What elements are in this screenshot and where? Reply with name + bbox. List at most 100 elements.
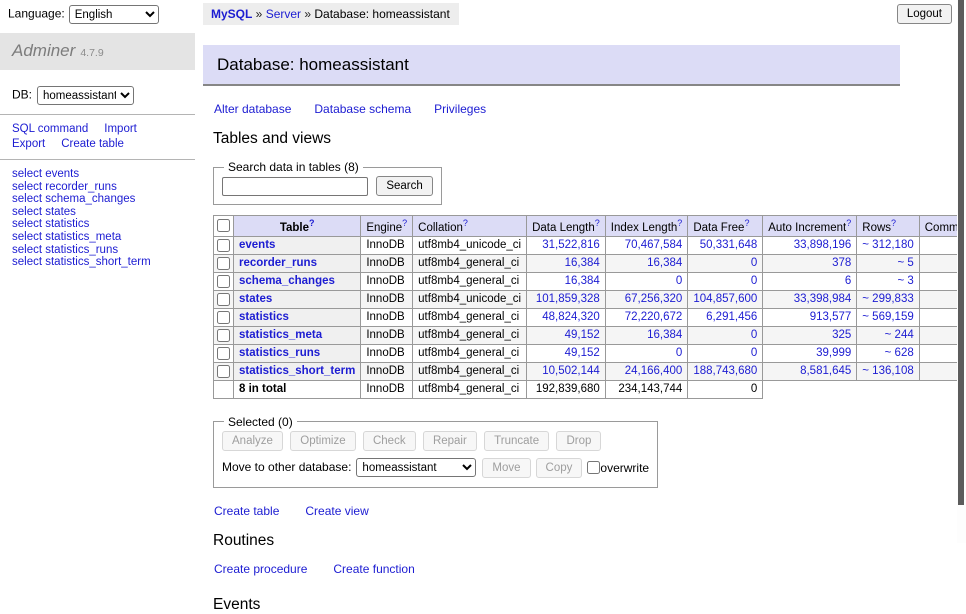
drop-button[interactable]: Drop xyxy=(556,431,601,451)
data-length-link[interactable]: 16,384 xyxy=(565,257,600,269)
data-length-link[interactable]: 48,824,320 xyxy=(542,311,600,323)
sidebar-action-import[interactable]: Import xyxy=(104,123,137,135)
breadcrumb-link-server[interactable]: Server xyxy=(266,7,301,21)
sidebar-action-export[interactable]: Export xyxy=(12,138,45,150)
auto-increment-link[interactable]: 39,999 xyxy=(816,347,851,359)
sidebar-select-statistics[interactable]: select statistics xyxy=(12,218,195,231)
index-length-link[interactable]: 72,220,672 xyxy=(625,311,683,323)
rows-link[interactable]: ~ 628 xyxy=(885,347,914,359)
adminer-logo-link[interactable]: Adminer xyxy=(12,41,75,60)
data-length-link[interactable]: 10,502,144 xyxy=(542,365,600,377)
row-checkbox[interactable] xyxy=(217,365,230,378)
create-view-link[interactable]: Create view xyxy=(305,504,368,518)
rows-link[interactable]: ~ 299,833 xyxy=(862,293,913,305)
row-checkbox[interactable] xyxy=(217,275,230,288)
move-db-select[interactable]: homeassistant xyxy=(356,458,476,477)
table-link[interactable]: statistics xyxy=(239,311,289,323)
vertical-scrollbar[interactable] xyxy=(957,0,966,543)
data-free-link[interactable]: 0 xyxy=(751,275,757,287)
data-free-link[interactable]: 104,857,600 xyxy=(693,293,757,305)
index-length-link[interactable]: 16,384 xyxy=(647,257,682,269)
breadcrumb-link-mysql[interactable]: MySQL xyxy=(211,7,252,21)
data-length-link[interactable]: 16,384 xyxy=(565,275,600,287)
rows-link[interactable]: ~ 136,108 xyxy=(862,365,913,377)
sidebar-action-sql-command[interactable]: SQL command xyxy=(12,123,88,135)
auto-increment-link[interactable]: 33,398,984 xyxy=(794,293,852,305)
column-help-link[interactable]: ? xyxy=(309,218,315,228)
data-free-link[interactable]: 0 xyxy=(751,257,757,269)
auto-increment-link[interactable]: 913,577 xyxy=(810,311,852,323)
rows-link[interactable]: ~ 5 xyxy=(897,257,913,269)
sidebar-select-statistics-short-term[interactable]: select statistics_short_term xyxy=(12,256,195,269)
index-length-link[interactable]: 70,467,584 xyxy=(625,239,683,251)
search-input[interactable] xyxy=(222,177,368,196)
row-checkbox[interactable] xyxy=(217,257,230,270)
row-checkbox[interactable] xyxy=(217,311,230,324)
sidebar-select-events[interactable]: select events xyxy=(12,168,195,181)
move-button[interactable]: Move xyxy=(482,458,530,478)
repair-button[interactable]: Repair xyxy=(423,431,477,451)
table-link[interactable]: recorder_runs xyxy=(239,257,317,269)
data-free-link[interactable]: 6,291,456 xyxy=(706,311,757,323)
row-checkbox[interactable] xyxy=(217,239,230,252)
select-all-checkbox[interactable] xyxy=(217,219,230,232)
column-help-link[interactable]: ? xyxy=(402,218,407,228)
db-select[interactable]: homeassistant xyxy=(37,86,134,105)
column-help-link[interactable]: ? xyxy=(744,218,749,228)
auto-increment-link[interactable]: 325 xyxy=(832,329,851,341)
scrollbar-thumb[interactable] xyxy=(958,0,964,505)
rows-link[interactable]: ~ 312,180 xyxy=(862,239,913,251)
data-free-link[interactable]: 188,743,680 xyxy=(693,365,757,377)
overwrite-checkbox[interactable] xyxy=(587,461,600,474)
column-help-link[interactable]: ? xyxy=(891,218,896,228)
data-free-link[interactable]: 0 xyxy=(751,329,757,341)
table-link[interactable]: events xyxy=(239,239,275,251)
column-help-link[interactable]: ? xyxy=(595,218,600,228)
data-free-link[interactable]: 50,331,648 xyxy=(700,239,758,251)
optimize-button[interactable]: Optimize xyxy=(290,431,355,451)
logout-button[interactable]: Logout xyxy=(897,4,952,24)
privileges-link[interactable]: Privileges xyxy=(434,102,486,116)
sidebar-select-states[interactable]: select states xyxy=(12,206,195,219)
create-procedure-link[interactable]: Create procedure xyxy=(214,562,307,576)
row-checkbox[interactable] xyxy=(217,329,230,342)
table-link[interactable]: schema_changes xyxy=(239,275,335,287)
data-length-link[interactable]: 49,152 xyxy=(565,329,600,341)
sidebar-select-statistics-meta[interactable]: select statistics_meta xyxy=(12,231,195,244)
data-length-link[interactable]: 101,859,328 xyxy=(536,293,600,305)
rows-link[interactable]: ~ 244 xyxy=(885,329,914,341)
auto-increment-link[interactable]: 8,581,645 xyxy=(800,365,851,377)
column-help-link[interactable]: ? xyxy=(846,218,851,228)
index-length-link[interactable]: 67,256,320 xyxy=(625,293,683,305)
analyze-button[interactable]: Analyze xyxy=(222,431,283,451)
index-length-link[interactable]: 16,384 xyxy=(647,329,682,341)
row-checkbox[interactable] xyxy=(217,293,230,306)
sidebar-select-schema-changes[interactable]: select schema_changes xyxy=(12,193,195,206)
table-link[interactable]: statistics_runs xyxy=(239,347,320,359)
search-button[interactable]: Search xyxy=(376,176,432,196)
column-help-link[interactable]: ? xyxy=(463,218,468,228)
database-schema-link[interactable]: Database schema xyxy=(314,102,411,116)
create-table-link[interactable]: Create table xyxy=(214,504,279,518)
row-checkbox[interactable] xyxy=(217,347,230,360)
data-free-link[interactable]: 0 xyxy=(751,347,757,359)
sidebar-select-recorder-runs[interactable]: select recorder_runs xyxy=(12,181,195,194)
check-button[interactable]: Check xyxy=(363,431,416,451)
index-length-link[interactable]: 0 xyxy=(676,347,682,359)
create-function-link[interactable]: Create function xyxy=(333,562,414,576)
rows-link[interactable]: ~ 569,159 xyxy=(862,311,913,323)
data-length-link[interactable]: 31,522,816 xyxy=(542,239,600,251)
alter-database-link[interactable]: Alter database xyxy=(214,102,291,116)
truncate-button[interactable]: Truncate xyxy=(484,431,549,451)
table-link[interactable]: states xyxy=(239,293,272,305)
sidebar-action-create-table[interactable]: Create table xyxy=(61,138,124,150)
table-link[interactable]: statistics_meta xyxy=(239,329,322,341)
table-link[interactable]: statistics_short_term xyxy=(239,365,355,377)
auto-increment-link[interactable]: 6 xyxy=(845,275,851,287)
sidebar-select-statistics-runs[interactable]: select statistics_runs xyxy=(12,244,195,257)
index-length-link[interactable]: 24,166,400 xyxy=(625,365,683,377)
auto-increment-link[interactable]: 33,898,196 xyxy=(794,239,852,251)
rows-link[interactable]: ~ 3 xyxy=(897,275,913,287)
auto-increment-link[interactable]: 378 xyxy=(832,257,851,269)
column-help-link[interactable]: ? xyxy=(677,218,682,228)
